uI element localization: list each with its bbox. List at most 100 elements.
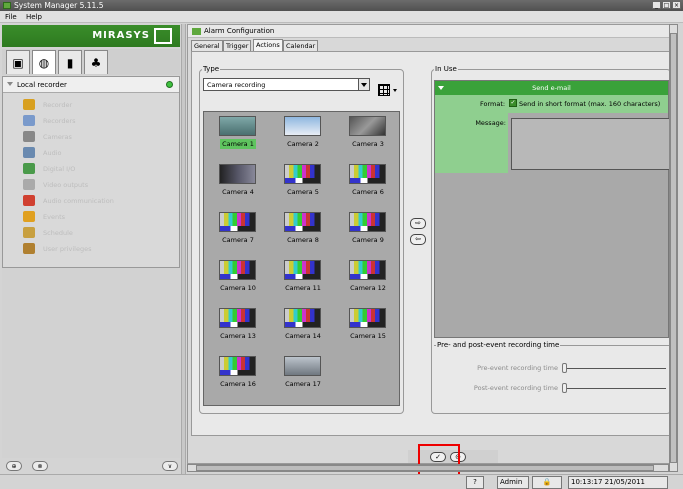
expand-arrow-icon[interactable] [7, 82, 13, 86]
camera-label: Camera 7 [222, 236, 254, 244]
video-output-icon [23, 179, 35, 190]
events-icon [23, 211, 35, 222]
tree-item-recorders[interactable]: Recorders [23, 115, 173, 127]
recorders-icon [23, 115, 35, 126]
camera-tile[interactable]: Camera 16 [208, 356, 268, 400]
tree-item-audio[interactable]: Audio [23, 147, 173, 159]
tree-item-recorder[interactable]: Recorder [23, 99, 173, 111]
type-select[interactable]: Camera recording [203, 78, 370, 91]
short-format-checkbox[interactable]: ✓ [509, 99, 517, 107]
camera-thumbnail [284, 260, 321, 280]
camera-tile[interactable]: Camera 1 [208, 116, 268, 160]
message-textarea[interactable] [511, 118, 671, 170]
schedule-icon [23, 227, 35, 238]
tab-calendar[interactable]: Calendar [283, 40, 319, 51]
camera-tile[interactable]: Camera 15 [338, 308, 398, 352]
brand-banner: MIRASYS [2, 25, 180, 47]
users-tab-icon[interactable]: ♣ [84, 50, 108, 74]
connect-button[interactable]: ⊕ [6, 461, 22, 471]
pre-event-slider-handle[interactable] [562, 363, 567, 373]
camera-tile[interactable]: Camera 17 [273, 356, 333, 400]
servers-tab-icon[interactable]: ▣ [6, 50, 30, 74]
camera-grid: Camera 1 Camera 2 Camera 3 Camera 4 Camera 5… [203, 111, 400, 406]
tree-item-schedule[interactable]: Schedule [23, 227, 173, 239]
pre-event-slider-track[interactable] [566, 368, 666, 369]
vertical-scrollbar[interactable] [669, 24, 678, 472]
camera-tile[interactable]: Camera 3 [338, 116, 398, 160]
camera-label: Camera 15 [350, 332, 386, 340]
status-bar: ? Admin 🔒 10:13:17 21/05/2011 [0, 474, 683, 489]
tree-item-audio-communication[interactable]: Audio communication [23, 195, 173, 207]
camera-tile[interactable]: Camera 7 [208, 212, 268, 256]
tree-item-video-outputs[interactable]: Video outputs [23, 179, 173, 191]
camera-tile[interactable]: Camera 9 [338, 212, 398, 256]
camera-thumbnail [284, 356, 321, 376]
device-tab-icon[interactable]: ▮ [58, 50, 82, 74]
tab-general[interactable]: General [191, 40, 223, 51]
format-label: Format: [480, 100, 506, 108]
camera-thumbnail [349, 308, 386, 328]
camera-tile[interactable]: Camera 8 [273, 212, 333, 256]
camera-label: Camera 16 [220, 380, 256, 388]
menu-file[interactable]: File [5, 13, 17, 21]
horizontal-scroll-thumb[interactable] [196, 465, 654, 471]
post-event-label: Post-event recording time [473, 384, 558, 392]
camera-label: Camera 11 [285, 284, 321, 292]
camera-thumbnail [219, 260, 256, 280]
panel-splitter[interactable] [181, 24, 186, 474]
lock-button[interactable]: 🔒 [532, 476, 562, 489]
help-button[interactable]: ? [466, 476, 484, 489]
tree-item-user-privileges[interactable]: User privileges [23, 243, 173, 255]
tree-item-label: Schedule [43, 229, 73, 237]
tab-trigger[interactable]: Trigger [223, 40, 252, 51]
menu-bar: File Help [0, 11, 683, 23]
tree-item-label: Recorder [43, 101, 73, 109]
chevron-down-icon[interactable] [358, 79, 369, 90]
post-event-slider-handle[interactable] [562, 383, 567, 393]
mirasys-logo-icon [154, 28, 172, 44]
close-button[interactable]: × [672, 1, 681, 9]
minimize-button[interactable]: _ [652, 1, 661, 9]
camera-icon [23, 131, 35, 142]
prepost-group-title: Pre- and post-event recording time [436, 341, 561, 349]
maximize-button[interactable]: □ [662, 1, 671, 9]
digital-io-icon [23, 163, 35, 174]
camera-thumbnail [349, 164, 386, 184]
tree-item-events[interactable]: Events [23, 211, 173, 223]
tab-actions[interactable]: Actions [253, 39, 283, 51]
tree-item-cameras[interactable]: Cameras [23, 131, 173, 143]
expand-button[interactable]: ∨ [162, 461, 178, 471]
type-select-value: Camera recording [207, 81, 266, 89]
tree-item-digital-io[interactable]: Digital I/O [23, 163, 173, 175]
remove-action-button[interactable]: ⇦ [410, 234, 426, 245]
grid-icon [378, 84, 390, 96]
actions-tab-content: Type Camera recording Camera 1 Camera 2 Ca… [191, 51, 673, 436]
vertical-scroll-thumb[interactable] [670, 33, 677, 463]
camera-tile[interactable]: Camera 10 [208, 260, 268, 304]
camera-tile[interactable]: Camera 2 [273, 116, 333, 160]
disconnect-button[interactable]: ⊗ [32, 461, 48, 471]
tree-item-label: Events [43, 213, 66, 221]
send-email-action-header[interactable]: Send e-mail [435, 81, 668, 95]
camera-tile[interactable]: Camera 12 [338, 260, 398, 304]
send-email-label: Send e-mail [532, 84, 571, 92]
camera-label: Camera 6 [352, 188, 384, 196]
alarm-header-title: Alarm Configuration [204, 27, 275, 35]
tree-root-local-recorder[interactable]: Local recorder [3, 77, 179, 93]
menu-help[interactable]: Help [26, 13, 42, 21]
camera-tile[interactable]: Camera 6 [338, 164, 398, 208]
tree-item-label: User privileges [43, 245, 92, 253]
camera-tile[interactable]: Camera 13 [208, 308, 268, 352]
alarm-icon [192, 28, 201, 35]
camera-tile[interactable]: Camera 11 [273, 260, 333, 304]
grid-layout-button[interactable] [378, 84, 400, 98]
cameras-tab-icon[interactable]: ◍ [32, 50, 56, 74]
camera-tile[interactable]: Camera 5 [273, 164, 333, 208]
add-action-button[interactable]: ⇨ [410, 218, 426, 229]
camera-tile[interactable]: Camera 4 [208, 164, 268, 208]
camera-tile[interactable]: Camera 14 [273, 308, 333, 352]
horizontal-scrollbar[interactable] [187, 464, 669, 472]
camera-thumbnail [219, 116, 256, 136]
message-label: Message: [475, 119, 506, 127]
post-event-slider-track[interactable] [566, 388, 666, 389]
